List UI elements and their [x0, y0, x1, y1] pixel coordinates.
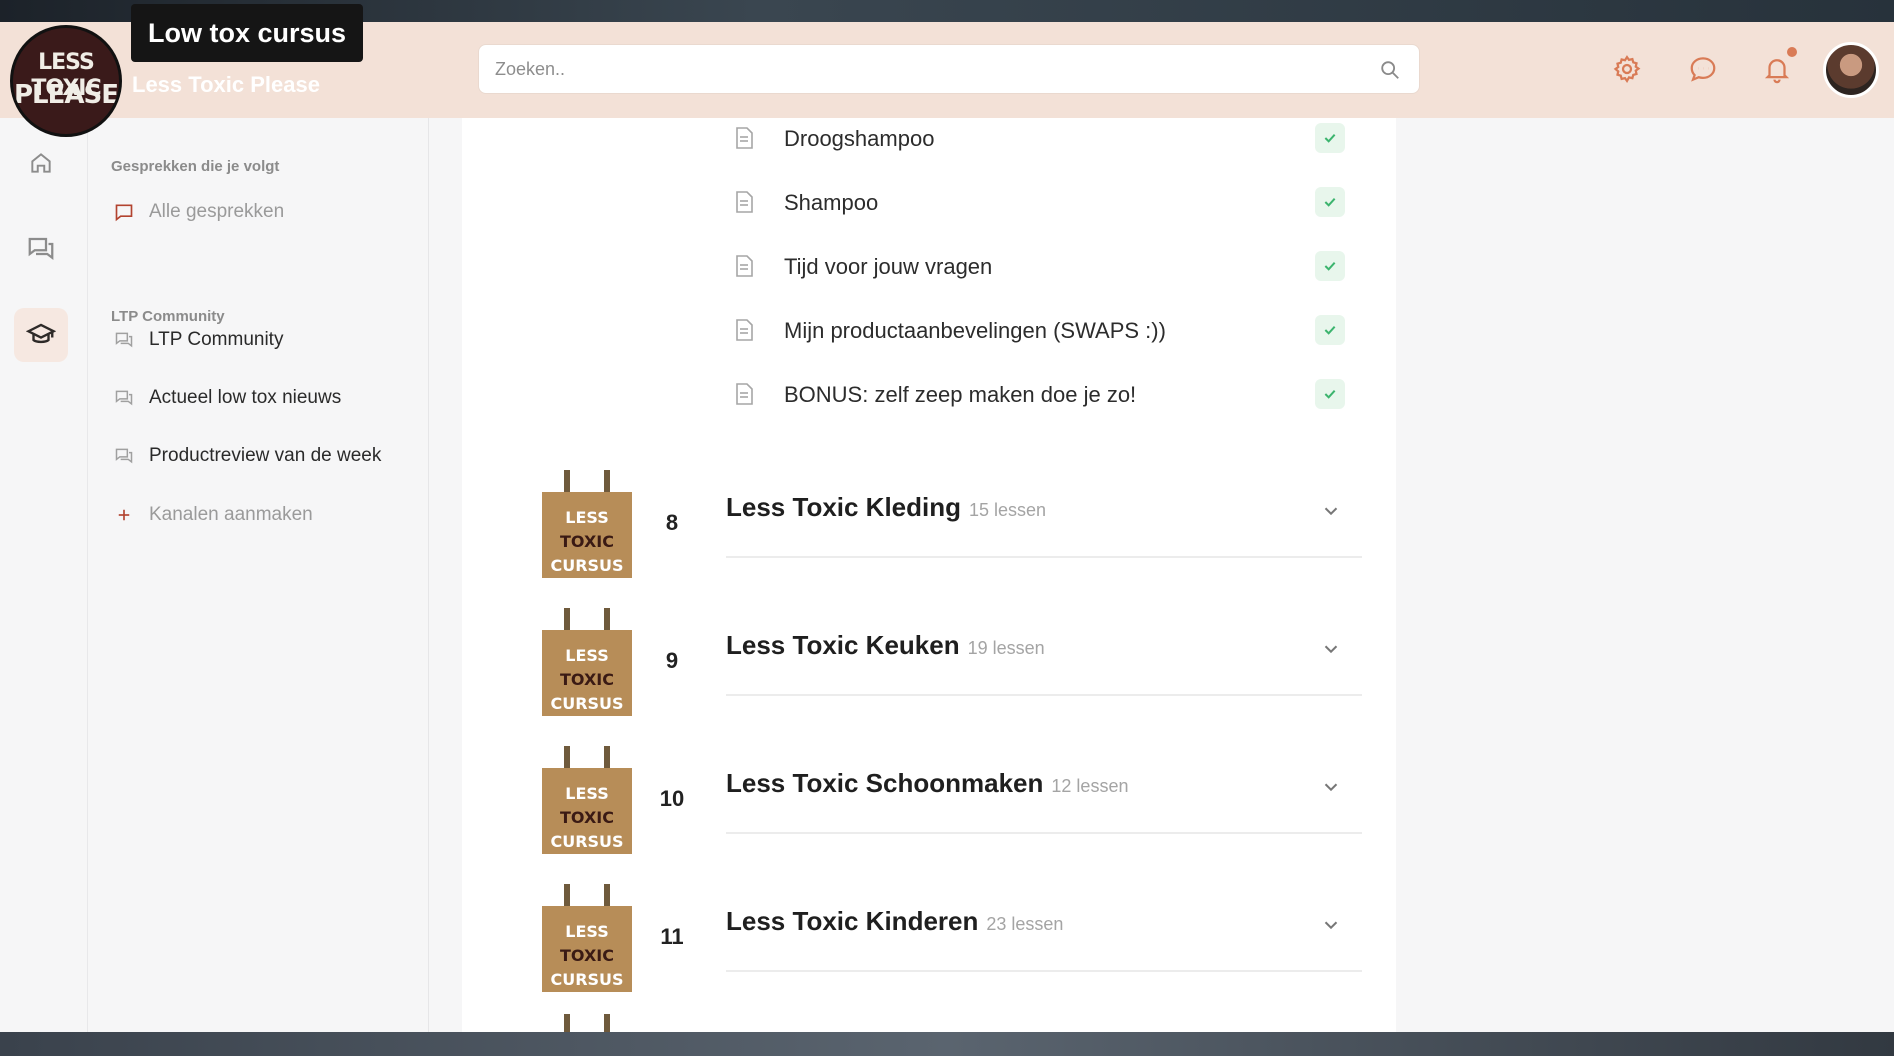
lesson-row[interactable]: BONUS: zelf zeep maken doe je zo!: [734, 374, 1374, 414]
app-window: Gesprekken die je volgt Alle gesprekken …: [0, 22, 1894, 1032]
completed-check: [1315, 315, 1345, 345]
module-thumbnail: LESS TOXIC CURSUS: [542, 884, 632, 992]
document-icon: [736, 383, 753, 405]
check-icon: [1324, 133, 1336, 143]
left-rail: [0, 118, 88, 1032]
channel-icon: [115, 390, 133, 406]
divider: [726, 832, 1362, 834]
chevron-down-icon[interactable]: [1320, 500, 1342, 522]
notification-dot: [1787, 47, 1797, 57]
module-number: 9: [665, 648, 679, 673]
divider: [726, 694, 1362, 696]
home-icon: [31, 153, 51, 173]
module-row[interactable]: LESS TOXIC CURSUS 8 Less Toxic Kleding 15…: [542, 470, 1362, 590]
lesson-row[interactable]: Shampoo: [734, 182, 1374, 222]
chevron-down-icon[interactable]: [1320, 914, 1342, 936]
module-thumbnail: LESS TOXIC CURSUS: [542, 470, 632, 578]
channel-icon: [115, 448, 133, 464]
chat-bubble-icon[interactable]: [1688, 54, 1718, 84]
sidebar-item-label: Productreview van de week: [149, 445, 382, 466]
divider: [726, 970, 1362, 972]
course-content: Droogshampoo Shampoo Tijd voor jouw vrag…: [462, 118, 1396, 1032]
module-title[interactable]: Less Toxic Kinderen 23 lessen: [726, 906, 1063, 937]
search-icon[interactable]: [1379, 59, 1401, 81]
completed-check: [1315, 251, 1345, 281]
check-icon: [1324, 325, 1336, 335]
check-icon: [1324, 389, 1336, 399]
sidebar: Gesprekken die je volgt Alle gesprekken …: [89, 118, 429, 1032]
module-number: 8: [665, 510, 679, 535]
module-number: 10: [659, 786, 685, 811]
check-icon: [1324, 261, 1336, 271]
bell-icon[interactable]: [1762, 54, 1792, 84]
document-icon: [736, 127, 753, 149]
sidebar-item-all-conversations[interactable]: Alle gesprekken: [113, 197, 284, 227]
search-input[interactable]: [495, 45, 1355, 93]
module-thumbnail: LESS TOXIC CURSUS: [542, 608, 632, 716]
video-title-overlay: Low tox cursus: [131, 4, 364, 62]
rail-courses-button[interactable]: [14, 308, 68, 362]
lesson-count: 19 lessen: [967, 638, 1045, 658]
lesson-count: 12 lessen: [1051, 776, 1129, 796]
rail-home-button[interactable]: [14, 136, 68, 190]
lesson-title: Mijn productaanbevelingen (SWAPS :)): [784, 318, 1166, 343]
module-title[interactable]: Less Toxic Keuken 19 lessen: [726, 630, 1045, 661]
lesson-title: BONUS: zelf zeep maken doe je zo!: [784, 382, 1137, 407]
module-title[interactable]: Less Toxic Kleding 15 lessen: [726, 492, 1046, 523]
check-icon: [1324, 197, 1336, 207]
lesson-title: Tijd voor jouw vragen: [784, 254, 993, 279]
brand-logo[interactable]: LESS TOXIC PLEASE: [10, 25, 122, 137]
create-channel-button[interactable]: Kanalen aanmaken: [113, 500, 313, 530]
document-icon: [736, 319, 753, 341]
module-title[interactable]: Less Toxic Schoonmaken 12 lessen: [726, 768, 1128, 799]
lesson-row[interactable]: Tijd voor jouw vragen: [734, 246, 1374, 286]
next-module-thumbnail-partial: [542, 1014, 632, 1032]
completed-check: [1315, 187, 1345, 217]
channel-icon: [115, 332, 133, 348]
module-thumbnail: LESS TOXIC CURSUS: [542, 746, 632, 854]
lesson-count: 15 lessen: [969, 500, 1047, 520]
lesson-row[interactable]: Droogshampoo: [734, 118, 1374, 158]
graduation-cap-icon: [26, 323, 56, 344]
sidebar-item-label: Actueel low tox nieuws: [149, 387, 342, 408]
create-channel-label: Kanalen aanmaken: [149, 504, 313, 525]
sidebar-item-label: LTP Community: [149, 329, 284, 350]
module-row[interactable]: LESS TOXIC CURSUS 10 Less Toxic Schoonma…: [542, 746, 1362, 866]
brand-name: Less Toxic Please: [132, 72, 320, 97]
lesson-title: Droogshampoo: [784, 126, 935, 151]
gear-icon[interactable]: [1612, 54, 1642, 84]
divider: [726, 556, 1362, 558]
document-icon: [736, 255, 753, 277]
sidebar-item-low-tox-news[interactable]: Actueel low tox nieuws: [113, 383, 341, 413]
lesson-title: Shampoo: [784, 190, 879, 215]
chevron-down-icon[interactable]: [1320, 638, 1342, 660]
completed-check: [1315, 123, 1345, 153]
module-number: 11: [660, 924, 684, 949]
section-title-community: LTP Community: [111, 308, 225, 325]
user-avatar[interactable]: [1823, 42, 1879, 98]
sidebar-item-ltp-community[interactable]: LTP Community: [113, 325, 283, 355]
document-icon: [736, 191, 753, 213]
rail-forum-button[interactable]: [14, 222, 68, 276]
module-row[interactable]: LESS TOXIC CURSUS 11 Less Toxic Kinderen…: [542, 884, 1362, 1004]
video-bottom-band: [0, 1032, 1894, 1056]
section-title-followed: Gesprekken die je volgt: [111, 158, 280, 175]
forum-icon: [28, 237, 54, 260]
completed-check: [1315, 379, 1345, 409]
sidebar-item-label: Alle gesprekken: [149, 201, 285, 222]
chevron-down-icon[interactable]: [1320, 776, 1342, 798]
message-square-icon: [115, 204, 133, 222]
lesson-row[interactable]: Mijn productaanbevelingen (SWAPS :)): [734, 310, 1374, 350]
sidebar-item-product-review[interactable]: Productreview van de week: [113, 441, 381, 471]
module-row[interactable]: LESS TOXIC CURSUS 9 Less Toxic Keuken 19 …: [542, 608, 1362, 728]
plus-icon: [118, 509, 130, 521]
search-bar[interactable]: [478, 44, 1420, 94]
lesson-count: 23 lessen: [986, 914, 1064, 934]
